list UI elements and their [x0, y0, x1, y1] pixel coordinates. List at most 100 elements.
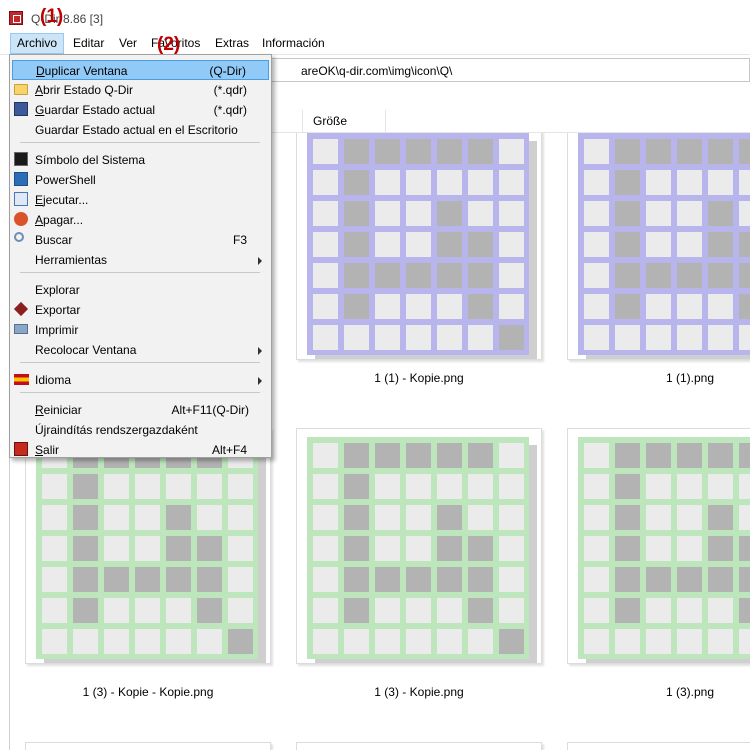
preview-cell [313, 474, 338, 499]
menu-item-herramientas[interactable]: Herramientas [12, 250, 269, 270]
menu-item-reiniciar[interactable]: Reiniciar Alt+F11(Q-Dir) [12, 400, 269, 420]
preview-cell [135, 598, 160, 623]
preview-cell [615, 232, 640, 257]
preview-cell [708, 536, 733, 561]
preview-cell [499, 170, 524, 195]
preview-cell [646, 505, 671, 530]
menu-item-abrir-estado-q-dir[interactable]: Abrir Estado Q-Dir (*.qdr) [12, 80, 269, 100]
image-preview [307, 133, 529, 355]
preview-cell [104, 536, 129, 561]
preview-cell [375, 536, 400, 561]
preview-cell [584, 629, 609, 654]
menu-informacion[interactable]: Información [256, 33, 331, 54]
preview-cell [739, 443, 750, 468]
file-thumbnail[interactable] [25, 428, 271, 664]
preview-cell [375, 170, 400, 195]
menu-item-powershell[interactable]: PowerShell [12, 170, 269, 190]
preview-cell [104, 474, 129, 499]
preview-cell [584, 505, 609, 530]
file-thumbnail[interactable] [567, 428, 750, 664]
menu-item-idioma[interactable]: Idioma [12, 370, 269, 390]
menu-item-label: Herramientas [35, 253, 108, 267]
preview-cell [499, 263, 524, 288]
menu-item-guardar-estado-actual-en-el-escritorio[interactable]: Guardar Estado actual en el Escritorio [12, 120, 269, 140]
preview-cell [739, 325, 750, 350]
preview-cell [584, 443, 609, 468]
menu-item-buscar[interactable]: Buscar F3 [12, 230, 269, 250]
file-thumbnail-partial[interactable] [296, 742, 542, 750]
menu-separator [20, 272, 260, 273]
preview-cell [73, 567, 98, 592]
menu-item-guardar-estado-actual[interactable]: Guardar Estado actual (*.qdr) [12, 100, 269, 120]
menu-archivo[interactable]: Archivo [10, 33, 65, 54]
preview-cell [104, 629, 129, 654]
file-name-label[interactable]: 1 (3) - Kopie - Kopie.png [25, 685, 271, 699]
power-icon [14, 212, 28, 226]
preview-cell [313, 263, 338, 288]
preview-cell [646, 598, 671, 623]
preview-cell [708, 474, 733, 499]
file-name-label[interactable]: 1 (1).png [567, 371, 750, 385]
preview-cell [615, 505, 640, 530]
preview-cell [615, 567, 640, 592]
preview-cell [437, 567, 462, 592]
menu-extras[interactable]: Extras [209, 33, 255, 54]
preview-cell [344, 139, 369, 164]
preview-cell [646, 443, 671, 468]
menu-item-imprimir[interactable]: Imprimir [12, 320, 269, 340]
menu-item-explorar[interactable]: Explorar [12, 280, 269, 300]
menu-item-label: Buscar [35, 233, 73, 247]
menu-item-újraindítás-rendszergazdaként[interactable]: Újraindítás rendszergazdaként [12, 420, 269, 440]
preview-cell [375, 443, 400, 468]
file-thumbnail[interactable] [567, 124, 750, 360]
menu-item-exportar[interactable]: Exportar [12, 300, 269, 320]
command-prompt-icon [14, 152, 28, 166]
menu-item-duplicar-ventana[interactable]: Duplicar Ventana (Q-Dir) [12, 60, 269, 80]
menu-item-shortcut: Alt+F4 [211, 443, 247, 457]
preview-cell [739, 474, 750, 499]
menu-item-ejecutar[interactable]: Ejecutar... [12, 190, 269, 210]
preview-cell [468, 201, 493, 226]
preview-cell [468, 325, 493, 350]
preview-cell [708, 598, 733, 623]
menu-item-apagar[interactable]: Apagar... [12, 210, 269, 230]
file-thumbnail[interactable] [296, 124, 542, 360]
menu-ver[interactable]: Ver [113, 33, 143, 54]
preview-cell [42, 536, 67, 561]
preview-cell [344, 294, 369, 319]
preview-cell [646, 629, 671, 654]
file-name-label[interactable]: 1 (1) - Kopie.png [296, 371, 542, 385]
preview-cell [499, 567, 524, 592]
file-thumbnail[interactable] [296, 428, 542, 664]
menu-item-recolocar-ventana[interactable]: Recolocar Ventana [12, 340, 269, 360]
preview-cell [584, 294, 609, 319]
preview-cell [708, 443, 733, 468]
preview-cell [584, 201, 609, 226]
preview-cell [437, 598, 462, 623]
preview-cell [437, 201, 462, 226]
column-size-header[interactable]: Größe [302, 110, 386, 133]
preview-cell [375, 263, 400, 288]
preview-cell [615, 294, 640, 319]
preview-cell [646, 201, 671, 226]
floppy-disk-icon [14, 102, 28, 116]
preview-cell [437, 536, 462, 561]
menu-item-símbolo-del-sistema[interactable]: Símbolo del Sistema [12, 150, 269, 170]
file-name-label[interactable]: 1 (3) - Kopie.png [296, 685, 542, 699]
preview-cell [313, 567, 338, 592]
preview-cell [677, 567, 702, 592]
spain-flag-icon [14, 374, 29, 385]
preview-cell [73, 629, 98, 654]
file-thumbnail-partial[interactable] [567, 742, 750, 750]
preview-cell [406, 629, 431, 654]
menu-item-label: Exportar [35, 303, 81, 317]
menu-item-salir[interactable]: Salir Alt+F4 [12, 440, 269, 460]
file-name-label[interactable]: 1 (3).png [567, 685, 750, 699]
file-thumbnail-partial[interactable] [25, 742, 271, 750]
preview-cell [615, 598, 640, 623]
preview-cell [104, 567, 129, 592]
preview-cell [739, 232, 750, 257]
menu-item-shortcut: (Q-Dir) [209, 64, 246, 78]
menu-editar[interactable]: Editar [67, 33, 110, 54]
qdir-window: Q-Dir 8.86 [3] Archivo Editar Ver Favori… [0, 0, 750, 750]
